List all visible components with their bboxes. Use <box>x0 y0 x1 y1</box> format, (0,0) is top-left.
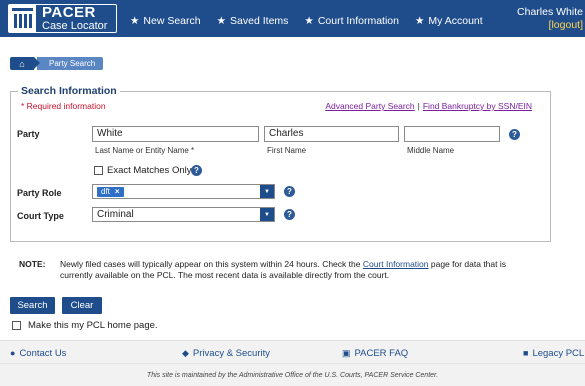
court-type-help-icon[interactable]: ? <box>284 209 295 220</box>
user-info: Charles White [logout] <box>517 6 583 32</box>
logo-title: PACER <box>42 4 96 21</box>
last-name-hint: Last Name or Entity Name * <box>95 146 195 155</box>
search-button[interactable]: Search <box>10 297 55 314</box>
breadcrumb: ⌂ Party Search <box>10 57 104 70</box>
remove-tag-icon[interactable]: × <box>115 187 120 196</box>
logo-subtitle: Case Locator <box>42 20 108 32</box>
faq-icon: ▣ <box>342 348 351 358</box>
star-icon: ★ <box>130 15 140 27</box>
star-icon: ★ <box>414 15 425 27</box>
shield-icon: ◆ <box>182 348 189 358</box>
top-nav-bar: PACER Case Locator ★ New Search ★ Saved It… <box>0 0 585 37</box>
chevron-down-icon[interactable]: ▼ <box>260 185 274 198</box>
first-name-hint: First Name <box>267 146 307 155</box>
logout-link[interactable]: [logout] <box>517 19 583 32</box>
star-icon: ★ <box>304 15 314 27</box>
note-text: Newly filed cases will typically appear … <box>60 259 506 280</box>
home-page-label: Make this my PCL home page. <box>28 320 158 331</box>
party-role-select[interactable]: dft × ▼ <box>92 184 275 199</box>
last-name-input[interactable]: White <box>92 126 259 142</box>
exact-matches-label: Exact Matches Only <box>107 165 192 176</box>
search-information-fieldset: Search Information * Required informatio… <box>10 85 551 242</box>
monitor-icon: ■ <box>523 348 529 358</box>
user-name: Charles White <box>517 6 583 18</box>
courthouse-icon <box>9 5 36 32</box>
star-icon: ★ <box>216 15 227 27</box>
clear-button[interactable]: Clear <box>62 297 102 314</box>
find-bankruptcy-link[interactable]: Find Bankruptcy by SSN/EIN <box>423 101 532 111</box>
nav-saved-items[interactable]: ★ Saved Items <box>217 15 289 27</box>
home-page-checkbox[interactable] <box>12 321 21 330</box>
advanced-party-search-link[interactable]: Advanced Party Search <box>325 101 414 111</box>
footer-maintained-note: This site is maintained by the Administr… <box>146 372 439 379</box>
party-role-label: Party Role <box>17 188 62 198</box>
nav-my-account[interactable]: ★ My Account <box>415 15 483 27</box>
nav-new-search[interactable]: ★ New Search <box>130 15 201 27</box>
main-nav: ★ New Search ★ Saved Items ★ Court Informat… <box>130 15 499 27</box>
fieldset-legend: Search Information <box>18 85 120 97</box>
legacy-pcl-link[interactable]: ■ Legacy PCL <box>523 348 584 359</box>
court-type-label: Court Type <box>17 211 64 221</box>
pacer-faq-link[interactable]: ▣ PACER FAQ <box>342 348 408 359</box>
middle-name-input[interactable] <box>404 126 500 142</box>
search-links: Advanced Party Search | Find Bankruptcy by… <box>325 101 532 111</box>
breadcrumb-party-search[interactable]: Party Search <box>37 57 104 70</box>
privacy-link[interactable]: ◆ Privacy & Security <box>182 348 270 359</box>
chat-icon: ● <box>10 348 16 358</box>
party-help-icon[interactable]: ? <box>509 129 520 140</box>
middle-name-hint: Middle Name <box>407 146 455 155</box>
court-information-link[interactable]: Court Information <box>363 259 429 269</box>
pacer-logo[interactable]: PACER Case Locator <box>8 4 117 33</box>
court-type-value: Criminal <box>97 209 134 220</box>
note-label: NOTE: <box>19 259 46 269</box>
required-note: * Required information <box>21 101 106 111</box>
court-type-select[interactable]: Criminal ▼ <box>92 207 275 222</box>
home-icon[interactable]: ⌂ <box>10 57 40 70</box>
first-name-input[interactable]: Charles <box>264 126 399 142</box>
chevron-down-icon[interactable]: ▼ <box>260 208 274 221</box>
exact-matches-help-icon[interactable]: ? <box>191 165 202 176</box>
contact-us-link[interactable]: ● Contact Us <box>10 348 66 359</box>
nav-court-information[interactable]: ★ Court Information <box>304 15 399 27</box>
exact-matches-checkbox[interactable] <box>94 166 103 175</box>
role-tag-dft: dft × <box>97 186 124 197</box>
party-role-help-icon[interactable]: ? <box>284 186 295 197</box>
footer: ● Contact Us ◆ Privacy & Security ▣ PACER F… <box>0 340 585 386</box>
party-label: Party <box>17 129 40 139</box>
